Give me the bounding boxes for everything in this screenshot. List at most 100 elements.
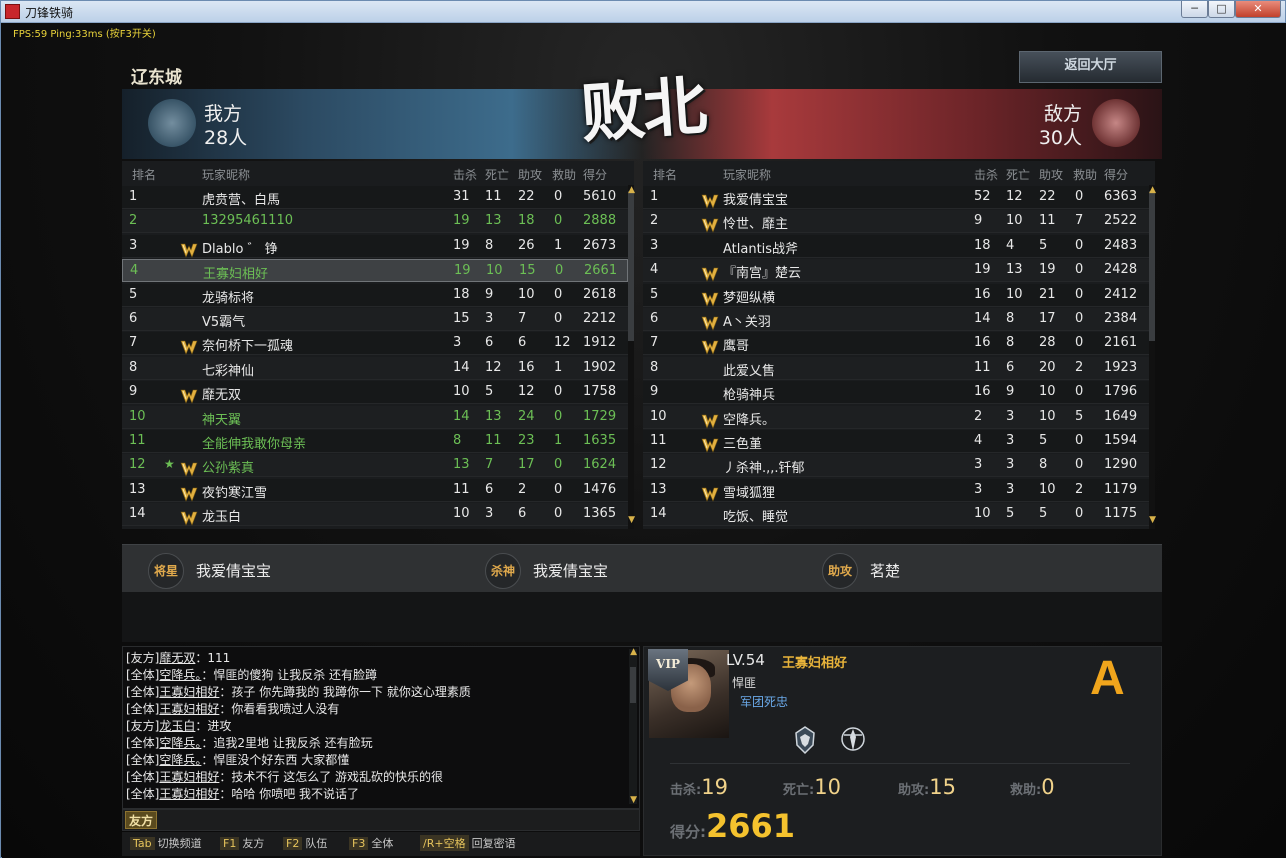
- cell-a: 18: [518, 213, 535, 229]
- cell-name: A丶关羽: [723, 315, 771, 330]
- cell-d: 6: [1006, 359, 1015, 375]
- player-row[interactable]: 13 夜钓寒江雪 11 6 2 0 1476: [122, 478, 628, 502]
- chat-channel: [友方]: [126, 651, 160, 665]
- player-row[interactable]: 14 龙玉白 10 3 6 0 1365: [122, 503, 628, 527]
- cell-s: 1624: [583, 457, 617, 473]
- cell-s: 1179: [1104, 481, 1138, 497]
- player-row[interactable]: 3 Atlantis战斧 18 4 5 0 2483: [643, 234, 1149, 258]
- cell-r: 0: [1075, 457, 1084, 473]
- hotkey-f2: F2 队伍: [283, 835, 327, 851]
- scroll-down-icon[interactable]: ▼: [630, 795, 637, 805]
- cell-d: 13: [1006, 262, 1023, 278]
- scroll-down-icon[interactable]: ▼: [628, 515, 635, 525]
- chat-message: ：追我2里地 让我反杀 还有脸玩: [201, 736, 373, 750]
- player-row[interactable]: 11 全能伸我敢你母亲 8 11 23 1 1635: [122, 430, 628, 453]
- chat-sender[interactable]: 靡无双: [159, 651, 195, 665]
- cell-k: 3: [974, 457, 983, 473]
- scrollbar-thumb[interactable]: [628, 191, 634, 341]
- chat-sender[interactable]: 空降兵。: [159, 753, 201, 767]
- player-row[interactable]: 12 丿杀神.,,.钎郁 3 3 8 0 1290: [643, 454, 1149, 478]
- chat-log[interactable]: [友方]靡无双：111 [全体]空降兵。：悍匪的傻狗 让我反杀 还有脸蹲 [全体]王…: [122, 646, 640, 809]
- cell-d: 10: [1006, 286, 1023, 302]
- chat-sender[interactable]: 空降兵。: [159, 736, 201, 750]
- cell-s: 6363: [1104, 189, 1138, 204]
- player-guild[interactable]: 军团死忠: [740, 693, 788, 710]
- header-kills: 击杀: [453, 168, 478, 182]
- cell-k: 19: [453, 237, 470, 253]
- award-player: 茗楚: [870, 562, 901, 580]
- cell-r: 0: [554, 506, 563, 522]
- player-row[interactable]: 2 13295461110 19 13 18 0 2888: [122, 210, 628, 234]
- scroll-up-icon[interactable]: ▲: [630, 647, 637, 657]
- chat-line: [全体]王寡妇相好：孩子 你先蹲我的 我蹲你一下 就你这心理素质: [126, 683, 471, 700]
- player-row[interactable]: 14 吃饭、睡觉 10 5 5 0 1175: [643, 503, 1149, 527]
- enemy-team-scrollbar[interactable]: [1149, 185, 1155, 529]
- cell-s: 2888: [583, 213, 617, 229]
- close-button[interactable]: ✕: [1235, 1, 1281, 18]
- player-row[interactable]: 13 雪域狐狸 3 3 10 2 1179: [643, 478, 1149, 502]
- cell-k: 14: [453, 359, 470, 375]
- cell-rank: 1: [129, 189, 138, 204]
- minimize-button[interactable]: ─: [1181, 1, 1208, 18]
- chat-sender[interactable]: 王寡妇相好: [159, 702, 219, 716]
- cell-d: 8: [1006, 311, 1015, 326]
- maximize-button[interactable]: □: [1208, 1, 1235, 18]
- player-row[interactable]: 3 Dlablo ゛ 铮 19 8 26 1 2673: [122, 234, 628, 258]
- cell-a: 11: [1039, 213, 1056, 229]
- player-row[interactable]: 10 神天翼 14 13 24 0 1729: [122, 405, 628, 429]
- chat-sender[interactable]: 龙玉白: [159, 719, 195, 733]
- cell-s: 1365: [583, 506, 617, 522]
- player-row[interactable]: 7 奈何桥下一孤魂 3 6 6 12 1912: [122, 332, 628, 356]
- chat-sender[interactable]: 王寡妇相好: [159, 685, 219, 699]
- scroll-up-icon[interactable]: ▲: [628, 185, 635, 195]
- cell-rank: 7: [650, 335, 659, 351]
- player-row[interactable]: 7 鹰哥 16 8 28 0 2161: [643, 332, 1149, 356]
- player-row[interactable]: 4 『南宫』楚云 19 13 19 0 2428: [643, 259, 1149, 283]
- player-row[interactable]: 9 靡无双 10 5 12 0 1758: [122, 381, 628, 405]
- phoenix-emblem-icon: [148, 99, 196, 147]
- chat-scrollbar[interactable]: [629, 649, 637, 804]
- player-row[interactable]: 9 枪骑神兵 16 9 10 0 1796: [643, 381, 1149, 405]
- cell-name: 我爱倩宝宝: [723, 193, 789, 208]
- player-row[interactable]: 12 公孙紫真 13 7 17 0 1624 ★: [122, 454, 628, 478]
- my-team-scrollbar[interactable]: [628, 185, 634, 529]
- chat-input-bar[interactable]: 友方: [122, 809, 640, 831]
- cell-a: 6: [518, 506, 527, 522]
- back-to-lobby-button[interactable]: 返回大厅: [1019, 51, 1162, 83]
- player-row[interactable]: 8 七彩神仙 14 12 16 1 1902: [122, 356, 628, 380]
- player-row[interactable]: 5 梦廻纵横 16 10 21 0 2412: [643, 283, 1149, 307]
- chat-sender[interactable]: 王寡妇相好: [159, 787, 219, 801]
- cell-name: 王寡妇相好: [203, 267, 269, 283]
- cell-rank: 10: [129, 408, 146, 424]
- player-row[interactable]: 6 A丶关羽 14 8 17 0 2384: [643, 308, 1149, 331]
- cell-d: 9: [1006, 384, 1015, 400]
- player-row[interactable]: 11 三色堇 4 3 5 0 1594: [643, 430, 1149, 453]
- scrollbar-thumb[interactable]: [630, 667, 636, 703]
- chat-channel-button[interactable]: 友方: [125, 811, 158, 829]
- title-bar: 刀锋铁骑 ─ □ ✕: [1, 1, 1285, 23]
- chat-sender[interactable]: 王寡妇相好: [159, 770, 219, 784]
- cell-d: 12: [1006, 189, 1023, 204]
- scroll-up-icon[interactable]: ▲: [1149, 185, 1156, 195]
- hotkey-label: 全体: [371, 837, 394, 850]
- header-kills: 击杀: [974, 168, 999, 182]
- player-row[interactable]: 10 空降兵。 2 3 10 5 1649: [643, 405, 1149, 429]
- player-row[interactable]: 5 龙骑标将 18 9 10 0 2618: [122, 283, 628, 307]
- cell-a: 7: [518, 311, 527, 326]
- cell-r: 0: [1075, 262, 1084, 278]
- player-row[interactable]: 1 我爱倩宝宝 52 12 22 0 6363: [643, 186, 1149, 209]
- player-row[interactable]: 4 王寡妇相好 19 10 15 0 2661: [122, 259, 628, 283]
- player-row[interactable]: 2 怜世、靡主 9 10 11 7 2522: [643, 210, 1149, 234]
- header-name: 玩家昵称: [723, 168, 772, 182]
- cell-name: 全能伸我敢你母亲: [202, 437, 307, 452]
- player-row[interactable]: 8 此爱乂售 11 6 20 2 1923: [643, 356, 1149, 380]
- cell-rank: 2: [129, 213, 138, 229]
- scroll-down-icon[interactable]: ▼: [1149, 515, 1156, 525]
- player-row[interactable]: 6 V5霸气 15 3 7 0 2212: [122, 308, 628, 331]
- chat-sender[interactable]: 空降兵。: [159, 668, 201, 682]
- player-row[interactable]: 1 虎贲营、白馬 31 11 22 0 5610: [122, 186, 628, 209]
- cell-d: 3: [485, 506, 494, 522]
- scrollbar-thumb[interactable]: [1149, 191, 1155, 341]
- cell-name: 空降兵。: [723, 412, 776, 428]
- cell-k: 18: [453, 286, 470, 302]
